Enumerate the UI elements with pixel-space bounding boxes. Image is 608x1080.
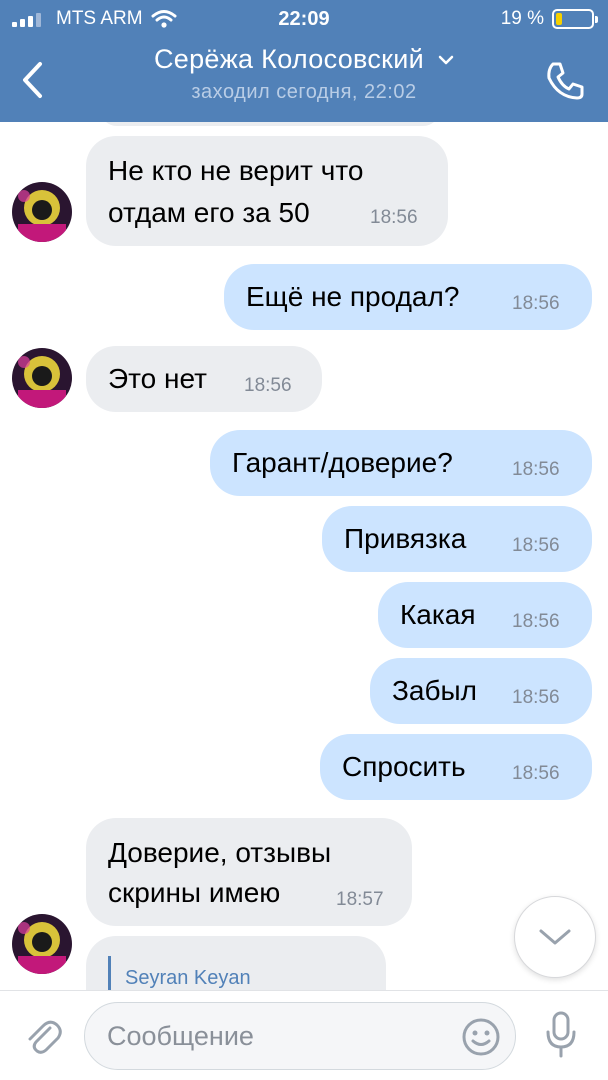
message-text: скрины имею bbox=[108, 877, 281, 908]
message-bubble-outgoing[interactable]: Привязка 18:56 bbox=[322, 506, 592, 572]
message-time: 18:56 bbox=[244, 375, 292, 396]
back-button[interactable] bbox=[12, 55, 52, 105]
message-bubble-incoming[interactable]: Не кто не верит что отдам его за 50 18:5… bbox=[86, 136, 448, 246]
message-time: 18:56 bbox=[512, 293, 560, 314]
message-input-box[interactable] bbox=[84, 1002, 516, 1070]
battery-percent: 19 % bbox=[500, 8, 544, 29]
avatar-image bbox=[12, 348, 72, 408]
message-bubble-outgoing[interactable]: Ещё не продал? 18:56 bbox=[224, 264, 592, 330]
avatar[interactable] bbox=[12, 914, 72, 974]
battery-icon bbox=[552, 9, 598, 29]
message-time: 18:56 bbox=[512, 687, 560, 708]
message-time: 18:56 bbox=[512, 535, 560, 556]
message-text: Забыл bbox=[392, 675, 477, 706]
status-right: 19 % bbox=[500, 8, 598, 30]
message-bubble-incoming[interactable]: Доверие, отзывы скрины имею 18:57 bbox=[86, 818, 412, 926]
chevron-left-icon bbox=[23, 62, 42, 98]
scroll-down-button[interactable] bbox=[514, 896, 596, 978]
previous-message-bubble bbox=[100, 122, 440, 126]
chevron-down-icon bbox=[438, 55, 454, 64]
message-time: 18:57 bbox=[336, 889, 384, 910]
message-bubble-incoming[interactable]: Seyran Keyan bbox=[86, 936, 386, 990]
message-text: отдам его за 50 bbox=[108, 197, 310, 228]
reply-author: Seyran Keyan bbox=[125, 967, 251, 989]
message-time: 18:56 bbox=[512, 763, 560, 784]
last-seen: заходил сегодня, 22:02 bbox=[191, 81, 417, 103]
call-button[interactable] bbox=[540, 56, 590, 106]
chevron-down-icon bbox=[539, 929, 571, 945]
message-time: 18:56 bbox=[512, 459, 560, 480]
message-text: Гарант/доверие? bbox=[232, 447, 453, 478]
message-text: Привязка bbox=[344, 523, 467, 554]
voice-message-button[interactable] bbox=[536, 1007, 586, 1063]
message-time: 18:56 bbox=[512, 611, 560, 632]
conversation-title[interactable]: Серёжа Колосовский заходил сегодня, 22:0… bbox=[100, 44, 508, 104]
message-text: Ещё не продал? bbox=[246, 281, 460, 312]
reply-quote[interactable]: Seyran Keyan bbox=[108, 956, 251, 990]
avatar-image bbox=[12, 182, 72, 242]
attach-button[interactable] bbox=[18, 1011, 68, 1061]
avatar-image bbox=[12, 914, 72, 974]
avatar[interactable] bbox=[12, 348, 72, 408]
status-bar: MTS ARM 22:09 19 % bbox=[0, 0, 608, 40]
chat-header: MTS ARM 22:09 19 % Серёжа Колосовский за… bbox=[0, 0, 608, 122]
message-list[interactable]: Не кто не верит что отдам его за 50 18:5… bbox=[0, 122, 608, 990]
phone-icon bbox=[547, 62, 584, 100]
battery-level bbox=[556, 13, 563, 25]
smiley-icon bbox=[462, 1018, 500, 1056]
message-bubble-incoming[interactable]: Это нет 18:56 bbox=[86, 346, 322, 412]
message-bubble-outgoing[interactable]: Какая 18:56 bbox=[378, 582, 592, 648]
paperclip-icon bbox=[28, 1020, 62, 1054]
message-text: Это нет bbox=[108, 363, 207, 394]
message-text: Спросить bbox=[342, 751, 466, 782]
contact-name: Серёжа Колосовский bbox=[153, 44, 425, 74]
message-composer bbox=[0, 990, 608, 1080]
message-bubble-outgoing[interactable]: Спросить 18:56 bbox=[320, 734, 592, 800]
message-text: Доверие, отзывы bbox=[108, 837, 332, 868]
message-input[interactable] bbox=[107, 1003, 457, 1069]
message-text: Какая bbox=[400, 599, 476, 630]
microphone-icon bbox=[546, 1011, 576, 1058]
message-bubble-outgoing[interactable]: Забыл 18:56 bbox=[370, 658, 592, 724]
message-time: 18:56 bbox=[370, 207, 418, 228]
emoji-button[interactable] bbox=[459, 1015, 503, 1059]
message-text: Не кто не верит что bbox=[108, 155, 364, 186]
message-bubble-outgoing[interactable]: Гарант/доверие? 18:56 bbox=[210, 430, 592, 496]
avatar[interactable] bbox=[12, 182, 72, 242]
